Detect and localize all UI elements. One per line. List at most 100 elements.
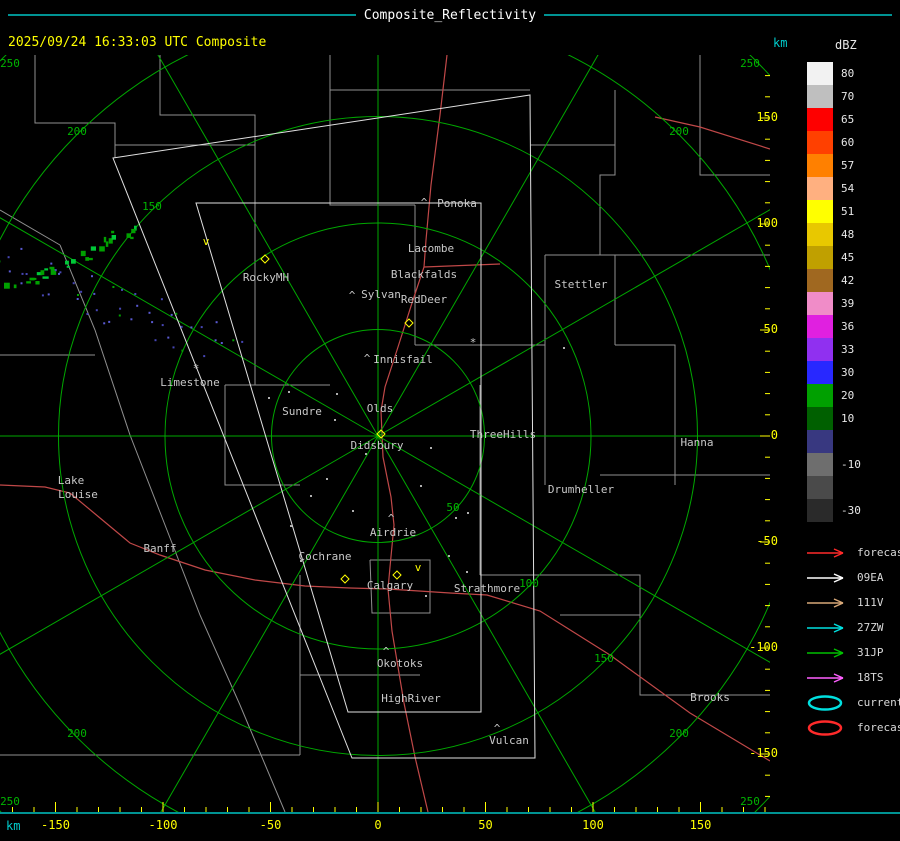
dbz-swatch	[807, 269, 833, 292]
dbz-swatch-row: 10	[807, 407, 875, 430]
echo-speckle	[149, 312, 151, 314]
city-label: Didsbury	[351, 439, 404, 452]
dbz-swatch-row: 65	[807, 108, 875, 131]
echo-speckle	[86, 313, 88, 315]
echo-speckle	[55, 269, 57, 271]
city-label: HighRiver	[381, 692, 441, 705]
echo-speckle	[34, 278, 36, 280]
echo-cell	[127, 233, 132, 238]
legend-ellipse-icon	[805, 694, 853, 712]
dbz-swatch-label: 54	[841, 182, 875, 195]
city-label: Limestone	[160, 376, 220, 389]
dbz-swatch-label: 70	[841, 90, 875, 103]
city-label: Drumheller	[548, 483, 615, 496]
echo-cell	[99, 246, 105, 251]
dbz-swatch	[807, 453, 833, 476]
title-bar: Composite_Reflectivity	[0, 6, 900, 24]
echo-cell	[67, 266, 70, 268]
echo-cell	[85, 257, 89, 261]
product-timestamp: 2025/09/24 16:33:03 UTC Composite	[8, 35, 266, 50]
ring-distance-label: 250	[0, 795, 20, 808]
town-dot	[310, 495, 312, 497]
ring-distance-label: 250	[0, 57, 20, 70]
city-label: Sylvan	[361, 288, 401, 301]
radar-application-window: Composite_Reflectivity 2025/09/24 16:33:…	[0, 0, 900, 841]
city-label: Airdrie	[370, 526, 416, 539]
echo-speckle	[112, 286, 114, 288]
city-label: Cochrane	[299, 550, 352, 563]
dbz-swatch	[807, 499, 833, 522]
town-symbol: ^	[388, 512, 395, 525]
radar-site-marker	[393, 571, 401, 579]
dbz-swatch-row: 39	[807, 292, 875, 315]
city-label: Banff	[143, 542, 176, 555]
dbz-swatch	[807, 476, 833, 499]
echo-speckle	[201, 326, 203, 328]
city-label: Vulcan	[489, 734, 529, 747]
echo-speckle	[181, 326, 183, 328]
town-dot	[425, 595, 427, 597]
radar-coverage-outline	[113, 95, 535, 758]
dbz-swatch-label: 33	[841, 343, 875, 356]
echo-speckle	[161, 298, 163, 300]
echo-speckle	[108, 321, 110, 323]
echo-speckle	[216, 321, 218, 323]
dbz-swatch-row: 51	[807, 200, 875, 223]
town-dot	[365, 453, 367, 455]
legend-item-label: 09EA	[857, 571, 884, 584]
echo-speckle	[96, 309, 98, 311]
town-dot	[466, 571, 468, 573]
echo-cell	[65, 261, 69, 265]
city-label: Okotoks	[377, 657, 423, 670]
town-dot	[326, 478, 328, 480]
dbz-swatch	[807, 315, 833, 338]
dbz-swatch	[807, 62, 833, 85]
town-symbol: *	[193, 362, 200, 375]
dbz-swatch-row: 30	[807, 361, 875, 384]
dbz-swatch	[807, 361, 833, 384]
colorscale-title: dBZ	[835, 38, 857, 52]
city-label: Sundre	[282, 405, 322, 418]
dbz-swatch-label: 42	[841, 274, 875, 287]
ring-distance-label: 200	[669, 125, 689, 138]
city-label: RockyMH	[243, 271, 289, 284]
city-label: Stettler	[555, 278, 608, 291]
y-axis-tick-label: 50	[744, 322, 778, 336]
azimuth-spoke	[0, 126, 378, 436]
dbz-swatch-label: 65	[841, 113, 875, 126]
city-label: Innisfail	[373, 353, 433, 366]
town-dot	[268, 397, 270, 399]
town-dot	[288, 391, 290, 393]
legend-arrow-icon	[805, 671, 853, 685]
town-symbol: *	[470, 336, 477, 349]
dbz-swatch	[807, 131, 833, 154]
title-rule-left	[8, 14, 356, 16]
echo-speckle	[151, 321, 153, 323]
azimuth-spoke	[68, 436, 378, 812]
echo-speckle	[134, 293, 136, 295]
ring-distance-label: 150	[594, 652, 614, 665]
echo-speckle	[103, 322, 105, 324]
dbz-swatch-row: 45	[807, 246, 875, 269]
window-title: Composite_Reflectivity	[364, 8, 536, 23]
city-label: Lake	[58, 474, 85, 487]
ring-distance-label: 200	[67, 125, 87, 138]
radar-map-canvas[interactable]: vv^^^^^^** PonokaLacombeBlackfaldsRedDee…	[0, 55, 770, 812]
echo-speckle	[48, 293, 50, 295]
dbz-swatch	[807, 223, 833, 246]
y-axis-tick-label: 0	[744, 428, 778, 442]
echo-speckle	[50, 263, 52, 265]
echo-speckle	[203, 355, 205, 357]
dbz-swatch-label: 57	[841, 159, 875, 172]
echo-speckle	[175, 313, 177, 315]
city-label: Ponoka	[437, 197, 477, 210]
dbz-swatch-label: -30	[841, 504, 875, 517]
echo-speckle	[136, 305, 138, 307]
town-symbol: ^	[364, 352, 371, 365]
y-axis-tick-label: -150	[744, 746, 778, 760]
echo-cell	[111, 231, 114, 234]
legend-item: 31JP	[805, 640, 900, 665]
ring-distance-label: 200	[67, 727, 87, 740]
radar-site-marker	[341, 575, 349, 583]
echo-speckle	[171, 314, 173, 316]
